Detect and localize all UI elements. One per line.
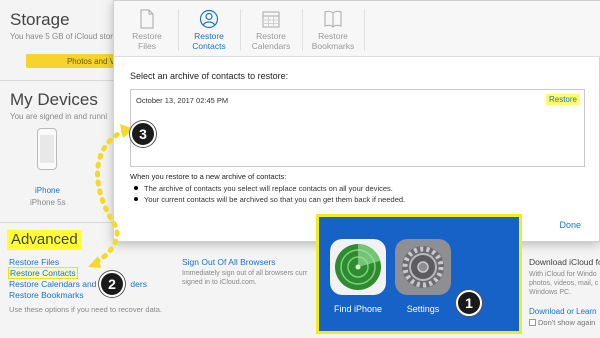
step-marker-3: 3: [130, 121, 156, 147]
app-label: Settings: [406, 304, 440, 314]
arrow-head: [88, 256, 101, 268]
settings-gear-icon: [395, 239, 451, 295]
step-marker-1: 1: [456, 290, 482, 316]
step-marker-2: 2: [99, 271, 125, 297]
find-iphone-icon: [330, 239, 386, 295]
app-callout-panel: Find iPhone Settings 1: [316, 214, 522, 334]
